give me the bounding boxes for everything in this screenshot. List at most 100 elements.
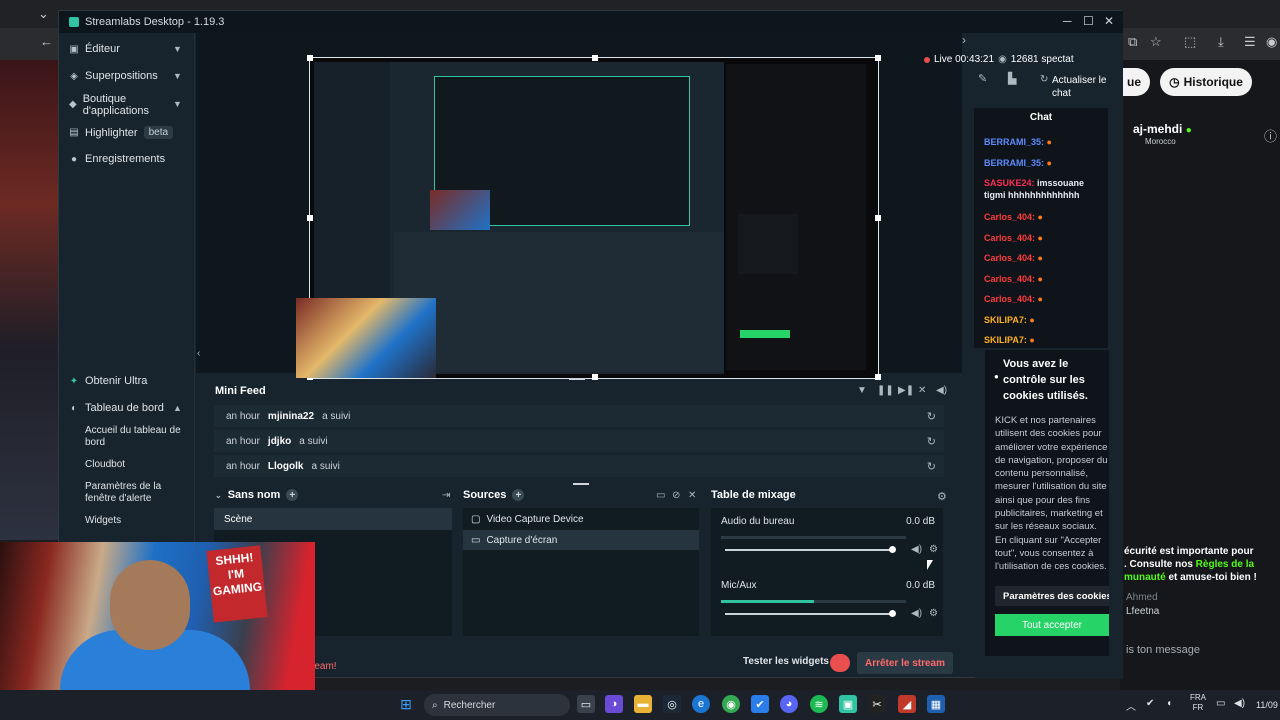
spotify-icon[interactable]: ≋: [810, 695, 828, 713]
download-icon[interactable]: ⤓: [1218, 34, 1224, 50]
splitter-handle[interactable]: [569, 378, 585, 380]
maximize-button[interactable]: ☐: [1083, 14, 1094, 28]
sidebar-item-recordings[interactable]: ● Enregistrements: [69, 153, 165, 165]
chat-username[interactable]: Carlos_404:: [984, 233, 1035, 243]
sidebar-item-app-store[interactable]: ◆ Boutique d'applications: [69, 93, 169, 117]
chevron-down-icon[interactable]: ▼: [173, 44, 182, 54]
replay-icon[interactable]: ↻: [927, 410, 936, 423]
tray-chevron-up-icon[interactable]: ︿: [1126, 698, 1136, 713]
chat-username[interactable]: Carlos_404:: [984, 274, 1035, 284]
extensions-icon[interactable]: ⬚: [1184, 34, 1196, 50]
filter-icon[interactable]: ▼: [857, 385, 867, 396]
scene-collection-name[interactable]: Sans nom: [228, 489, 281, 501]
chat-username[interactable]: Carlos_404:: [984, 212, 1035, 222]
discord-icon[interactable]: ◕: [780, 695, 798, 713]
pause-icon[interactable]: ❚❚: [877, 385, 894, 396]
speaker-icon[interactable]: ◀): [911, 544, 922, 555]
source-item-screen-capture[interactable]: ▭ Capture d'écran: [463, 530, 699, 550]
chat-username[interactable]: SKILIPA7:: [984, 335, 1027, 345]
stop-stream-button[interactable]: Arrêter le stream: [857, 652, 953, 674]
chat-username[interactable]: SASUKE24:: [984, 178, 1035, 188]
splitter-handle[interactable]: [573, 483, 589, 485]
folder-icon[interactable]: ▭: [656, 490, 665, 501]
preview-webcam-source[interactable]: [296, 298, 436, 378]
sidebar-item-ultra[interactable]: ✦ Obtenir Ultra: [69, 375, 148, 387]
tab-list-icon[interactable]: ⌄: [38, 6, 49, 22]
chevron-down-icon[interactable]: ⌄: [215, 491, 222, 500]
back-icon[interactable]: ←: [40, 34, 53, 49]
history-button[interactable]: ◷ Historique: [1160, 68, 1252, 96]
taskbar-search[interactable]: ⌕ Rechercher: [424, 694, 570, 716]
test-widgets-button[interactable]: Tester les widgets: [743, 656, 829, 667]
minimize-button[interactable]: ─: [1063, 14, 1072, 28]
sidebar-item-overlays[interactable]: ◈ Superpositions: [69, 70, 158, 82]
volume-knob[interactable]: [889, 610, 896, 617]
chat-username[interactable]: SKILIPA7:: [984, 315, 1027, 325]
volume-slider[interactable]: [725, 546, 896, 553]
sidebar-item-editor[interactable]: ▣ Éditeur: [69, 43, 120, 55]
collapse-left-icon[interactable]: ‹: [197, 348, 200, 359]
volume-tray-icon[interactable]: ◀): [1234, 698, 1245, 709]
speaker-icon[interactable]: ◀): [911, 608, 922, 619]
accept-cookies-button[interactable]: Tout accepter: [995, 614, 1109, 636]
bookmark-star-icon[interactable]: ☆: [1150, 34, 1162, 50]
close-button[interactable]: ✕: [1104, 14, 1114, 28]
cast-icon[interactable]: ⧉: [1128, 34, 1137, 50]
refresh-chat-button[interactable]: Actualiser le chat: [1052, 74, 1112, 100]
popout-icon[interactable]: ▙: [1008, 72, 1016, 85]
scene-item[interactable]: Scène: [214, 508, 452, 530]
collapse-right-icon[interactable]: ›: [962, 33, 966, 47]
sidebar-sub-dashboard-home[interactable]: Accueil du tableau de bord: [85, 425, 181, 449]
chat-username[interactable]: Carlos_404:: [984, 294, 1035, 304]
add-scene-button[interactable]: +: [286, 489, 299, 501]
chat-username[interactable]: BERRAMI_35:: [984, 137, 1044, 147]
resize-handle[interactable]: [592, 374, 598, 380]
mute-alerts-icon[interactable]: ✕: [918, 385, 926, 396]
menu-icon[interactable]: ☰: [1244, 34, 1256, 50]
capcut-icon[interactable]: ✂: [868, 695, 886, 713]
resize-handle[interactable]: [875, 374, 881, 380]
replay-icon[interactable]: ↻: [927, 460, 936, 473]
resize-handle[interactable]: [307, 215, 313, 221]
sidebar-item-dashboard[interactable]: ◐ Tableau de bord: [69, 402, 164, 414]
add-source-button[interactable]: +: [512, 489, 525, 501]
app-icon[interactable]: ◢: [898, 695, 916, 713]
kick-username[interactable]: aj-mehdi ●: [1133, 122, 1192, 136]
network-icon[interactable]: ▭: [1216, 698, 1225, 709]
volume-knob[interactable]: [889, 546, 896, 553]
todo-icon[interactable]: ✔: [751, 695, 769, 713]
chat-username[interactable]: BERRAMI_35:: [984, 158, 1044, 168]
task-view-icon[interactable]: ▭: [577, 695, 595, 713]
resize-handle[interactable]: [307, 55, 313, 61]
sidebar-sub-widgets[interactable]: Widgets: [85, 515, 181, 527]
record-button[interactable]: [830, 654, 850, 672]
sidebar-item-highlighter[interactable]: ▤ Highlighter beta: [69, 126, 174, 139]
microphone-icon[interactable]: ◖: [1166, 698, 1172, 709]
volume-slider[interactable]: [725, 610, 896, 617]
channel-settings-gear-icon[interactable]: ⚙: [929, 544, 938, 555]
source-item-video-capture[interactable]: ▢ Video Capture Device: [463, 509, 699, 529]
channel-settings-gear-icon[interactable]: ⚙: [929, 608, 938, 619]
lock-icon[interactable]: ⊘: [672, 490, 680, 501]
sidebar-sub-cloudbot[interactable]: Cloudbot: [85, 459, 181, 471]
sidebar-sub-alert-settings[interactable]: Paramètres de la fenêtre d'alerte: [85, 481, 181, 505]
kick-chat-input[interactable]: is ton message: [1126, 644, 1200, 656]
info-icon[interactable]: ⓘ: [1264, 126, 1277, 145]
chevron-up-icon[interactable]: ▲: [173, 403, 182, 413]
app-icon[interactable]: ▦: [927, 695, 945, 713]
resize-handle[interactable]: [875, 55, 881, 61]
file-explorer-icon[interactable]: ▬: [634, 695, 652, 713]
chevron-down-icon[interactable]: ▼: [173, 71, 182, 81]
community-rules-link[interactable]: Règles de la: [1196, 559, 1254, 570]
copilot-icon[interactable]: ◑: [605, 695, 623, 713]
tray-app-icon[interactable]: ✔: [1146, 698, 1154, 709]
scene-transition-icon[interactable]: ⇥: [442, 490, 450, 501]
chat-username[interactable]: Carlos_404:: [984, 253, 1035, 263]
replay-icon[interactable]: ↻: [927, 435, 936, 448]
profile-avatar[interactable]: ◉: [1266, 34, 1277, 50]
edit-stream-icon[interactable]: ✎: [978, 72, 987, 85]
refresh-icon[interactable]: ↻: [1040, 74, 1048, 85]
cookie-settings-button[interactable]: Paramètres des cookies: [995, 586, 1109, 606]
mixer-settings-gear-icon[interactable]: ⚙: [937, 490, 947, 503]
chrome-icon[interactable]: ◉: [722, 695, 740, 713]
